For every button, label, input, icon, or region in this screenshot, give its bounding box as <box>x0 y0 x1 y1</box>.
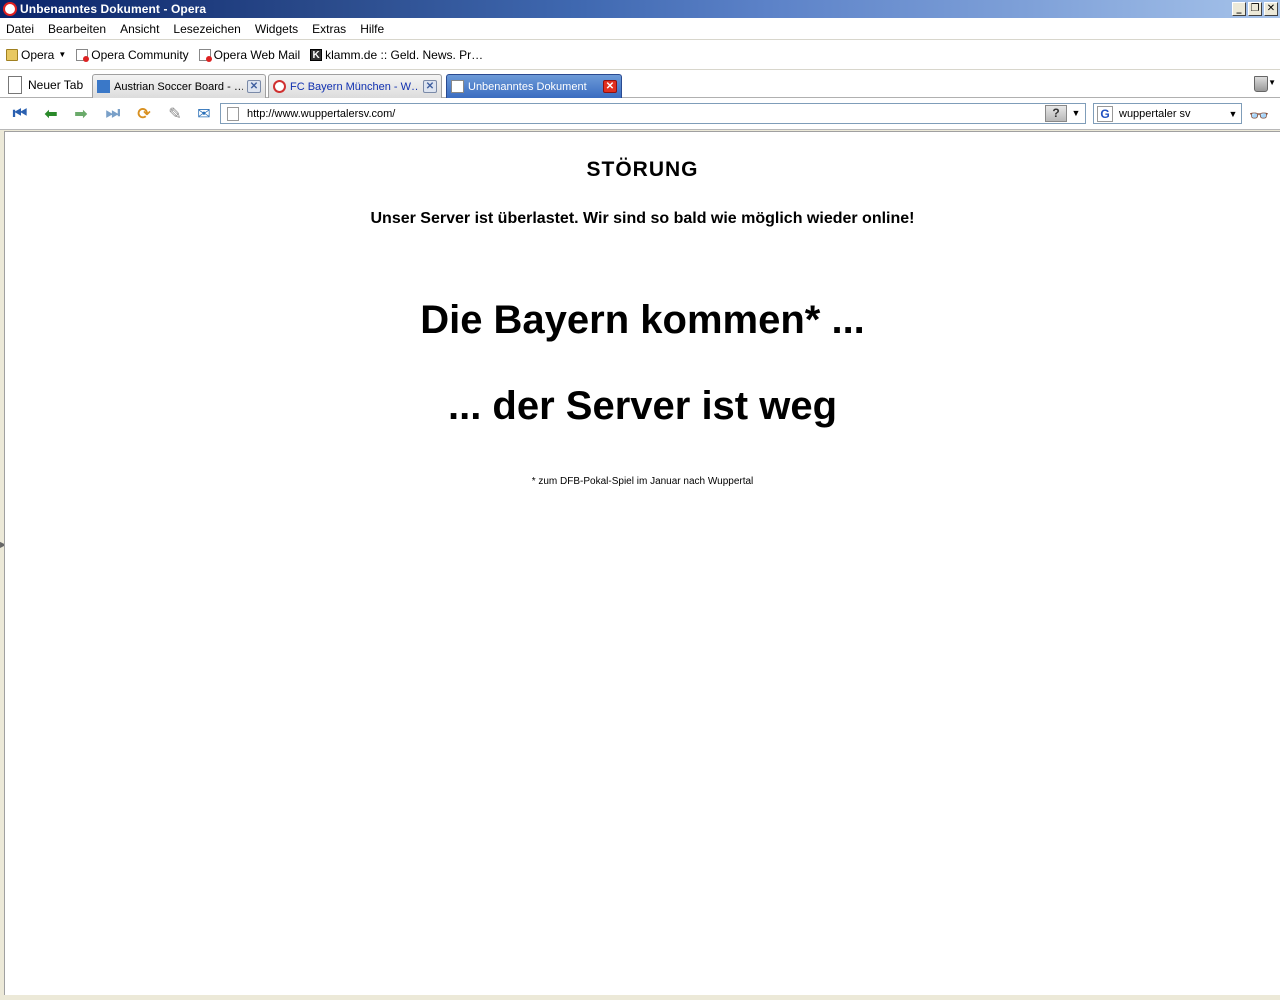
bookmarks-bar: Opera ▼ Opera Community Opera Web Mail K… <box>0 40 1280 70</box>
tab-label: Austrian Soccer Board - … <box>114 80 243 93</box>
edit-pencil-icon[interactable]: ✎ <box>165 104 185 123</box>
page-heading: STÖRUNG <box>586 158 699 181</box>
close-button[interactable]: ✕ <box>1264 2 1278 16</box>
menu-lesezeichen[interactable]: Lesezeichen <box>173 22 240 36</box>
address-bar[interactable]: http://www.wuppertalersv.com/ ? ▼ <box>220 103 1086 124</box>
rewind-icon[interactable]: ⏮ <box>10 103 30 122</box>
tab-austrian-soccer-board[interactable]: Austrian Soccer Board - … ✕ <box>92 74 266 98</box>
klamm-k-icon: K <box>310 48 323 61</box>
bookmark-klamm[interactable]: K klamm.de :: Geld. News. Pr… <box>310 48 483 62</box>
menu-extras[interactable]: Extras <box>312 22 346 36</box>
title-bar: Unbenanntes Dokument - Opera _ ❐ ✕ <box>0 0 1280 18</box>
chevron-down-icon: ▼ <box>58 50 67 59</box>
mail-icon[interactable]: ✉ <box>194 104 214 123</box>
status-bar <box>0 995 1280 1000</box>
search-box[interactable]: G wuppertaler sv ▼ <box>1093 103 1242 124</box>
bookmark-label: klamm.de :: Geld. News. Pr… <box>325 47 484 62</box>
menu-datei[interactable]: Datei <box>6 22 34 36</box>
page-icon <box>451 80 464 93</box>
back-arrow-icon[interactable]: ⬅ <box>41 104 61 123</box>
window-title: Unbenanntes Dokument - Opera <box>20 2 207 16</box>
bookmark-label: Opera <box>21 47 55 62</box>
menu-hilfe[interactable]: Hilfe <box>360 22 384 36</box>
headline-line-2: ... der Server ist weg <box>447 384 838 428</box>
window-controls: _ ❐ ✕ <box>1232 2 1278 16</box>
bookmark-opera-community[interactable]: Opera Community <box>76 47 189 62</box>
menu-ansicht[interactable]: Ansicht <box>120 22 159 36</box>
overload-message: Unser Server ist überlastet. Wir sind so… <box>370 210 915 227</box>
opera-page-icon <box>198 48 212 62</box>
page-content: STÖRUNG Unser Server ist überlastet. Wir… <box>4 131 1280 995</box>
opera-logo-icon <box>3 2 17 16</box>
chevron-down-icon[interactable]: ▼ <box>1225 109 1241 119</box>
help-question-icon[interactable]: ? <box>1045 105 1067 122</box>
new-tab-button[interactable]: Neuer Tab <box>8 74 83 96</box>
bookmark-opera-web-mail[interactable]: Opera Web Mail <box>198 47 301 62</box>
address-url[interactable]: http://www.wuppertalersv.com/ <box>247 108 1045 120</box>
zoom-glasses-icon[interactable]: 👓 <box>1249 106 1269 125</box>
tab-label: Unbenanntes Dokument <box>468 80 587 93</box>
bookmark-opera-folder[interactable]: Opera ▼ <box>6 48 66 62</box>
forward-arrow-icon[interactable]: ➡ <box>71 104 91 123</box>
page-icon <box>227 106 239 121</box>
tab-unbenanntes-dokument[interactable]: Unbenanntes Dokument ✕ <box>446 74 622 98</box>
close-tab-icon[interactable]: ✕ <box>423 80 437 93</box>
menu-widgets[interactable]: Widgets <box>255 22 298 36</box>
fcb-crest-icon <box>273 80 286 93</box>
new-tab-label: Neuer Tab <box>28 78 84 92</box>
bookmark-label: Opera Web Mail <box>213 47 301 62</box>
tab-bar: Neuer Tab Austrian Soccer Board - … ✕ FC… <box>0 70 1280 98</box>
chevron-down-icon[interactable]: ▼ <box>1067 104 1085 123</box>
fast-forward-icon[interactable]: ⏭ <box>103 103 123 122</box>
forum-favicon-icon <box>97 80 110 93</box>
footnote: * zum DFB-Pokal-Spiel im Januar nach Wup… <box>531 476 754 487</box>
trash-can-icon[interactable] <box>1254 76 1268 92</box>
reload-icon[interactable]: ⟳ <box>134 104 154 123</box>
headline-line-1: Die Bayern kommen* ... <box>420 298 865 342</box>
new-document-icon <box>8 76 22 94</box>
restore-button[interactable]: ❐ <box>1248 2 1262 16</box>
bookmark-label: Opera Community <box>91 47 189 62</box>
close-tab-icon[interactable]: ✕ <box>247 80 261 93</box>
folder-icon <box>6 48 18 61</box>
search-input[interactable]: wuppertaler sv <box>1119 108 1225 120</box>
minimize-button[interactable]: _ <box>1232 2 1246 16</box>
close-tab-icon[interactable]: ✕ <box>603 80 617 93</box>
tab-label: FC Bayern München - W… <box>290 80 419 93</box>
menu-bar: Datei Bearbeiten Ansicht Lesezeichen Wid… <box>0 18 1280 40</box>
navigation-bar: ⏮ ⬅ ➡ ⏭ ⟳ ✎ ✉ http://www.wuppertalersv.c… <box>0 98 1280 130</box>
chevron-down-icon[interactable]: ▼ <box>1268 78 1276 87</box>
google-icon[interactable]: G <box>1097 105 1113 122</box>
tab-fc-bayern[interactable]: FC Bayern München - W… ✕ <box>268 74 442 98</box>
menu-bearbeiten[interactable]: Bearbeiten <box>48 22 106 36</box>
opera-page-icon <box>76 48 90 62</box>
